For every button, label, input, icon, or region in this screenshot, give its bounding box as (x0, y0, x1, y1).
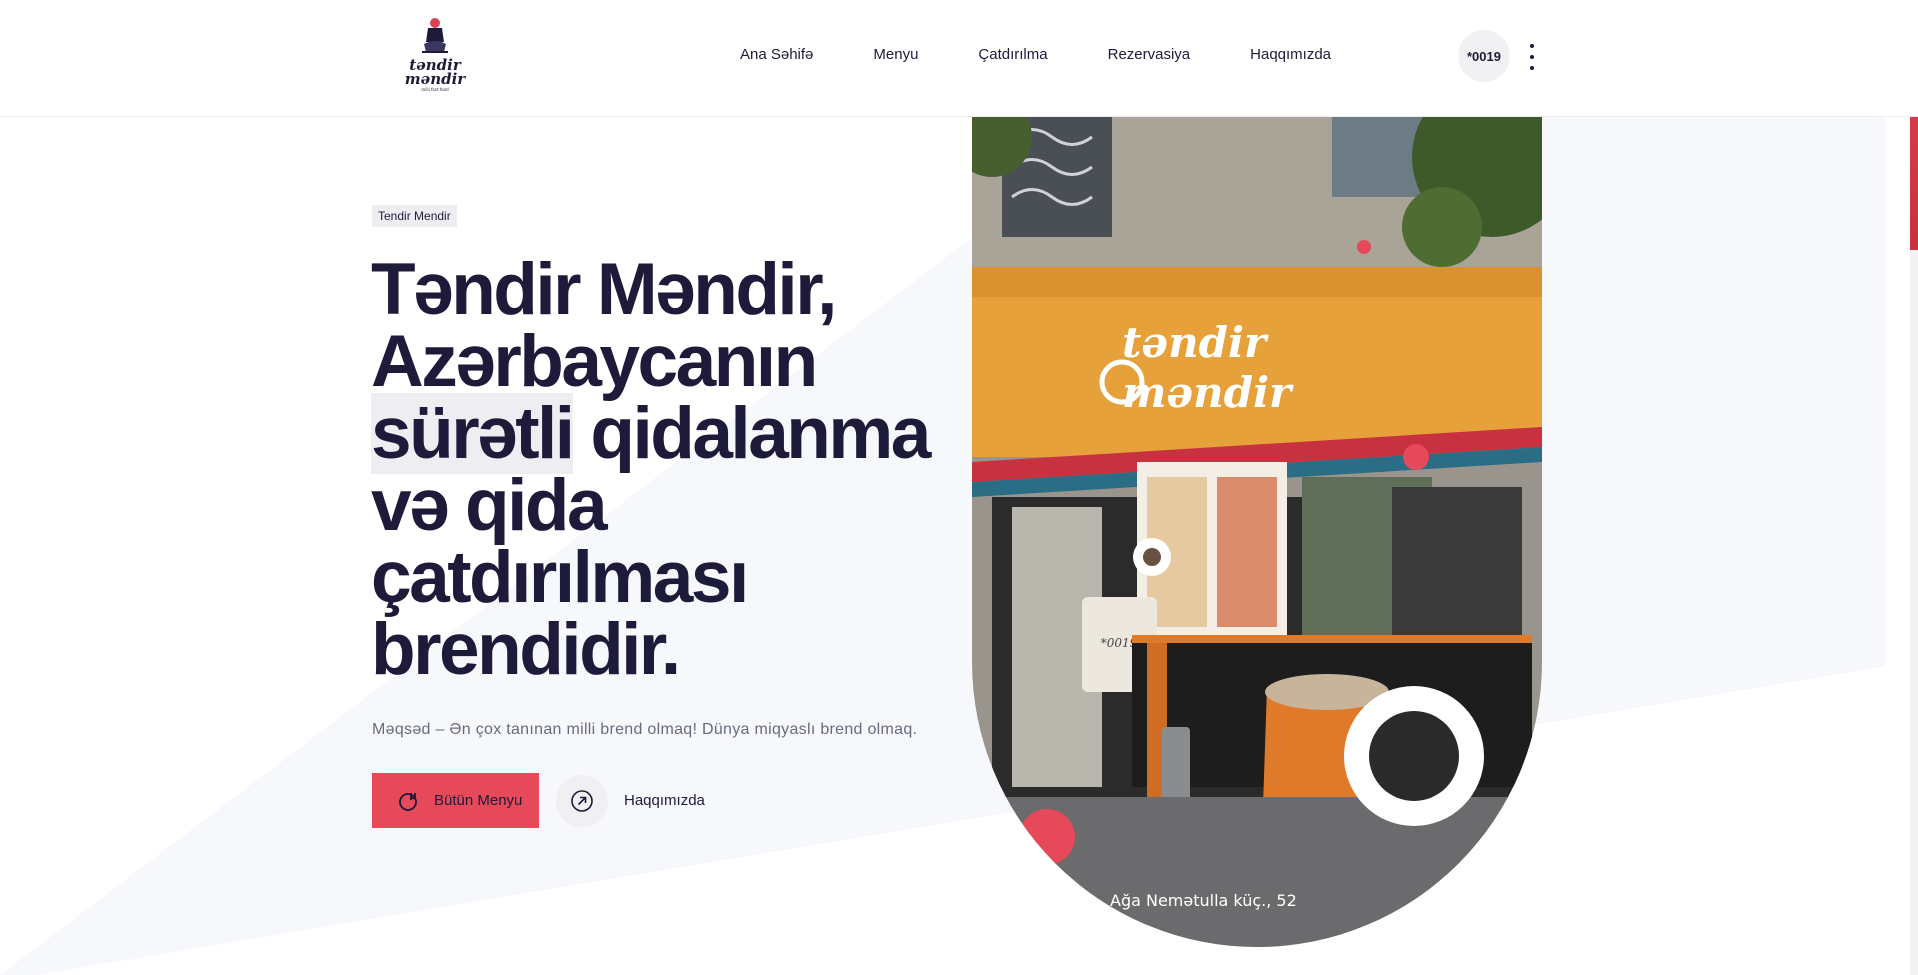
brand-logo[interactable]: təndir məndir milli fast food (400, 14, 470, 92)
scrollbar[interactable] (1910, 0, 1918, 975)
page: təndir məndir milli fast food Ana Səhifə… (0, 0, 1918, 975)
about-link[interactable]: Haqqımızda (624, 792, 705, 809)
logo-text-bottom: məndir (405, 70, 467, 88)
more-menu-icon[interactable] (1524, 44, 1540, 70)
photo-caption: Ağa Nemətulla küç., 52 (1110, 891, 1297, 910)
sign-text-bottom: məndir (1122, 368, 1294, 417)
sign-text-top: təndir (1122, 318, 1269, 367)
dish-icon (399, 792, 417, 811)
hero-subtitle: Məqsəd – Ən çox tanınan milli brend olma… (372, 721, 918, 738)
nav-delivery[interactable]: Çatdırılma (978, 46, 1047, 63)
logo-tagline: milli fast food (421, 87, 449, 92)
headline-line-6: brendidir. (371, 609, 681, 690)
nav-home[interactable]: Ana Səhifə (740, 46, 813, 63)
nav-reservation[interactable]: Rezervasiya (1108, 46, 1191, 63)
hero-headline: Təndir Məndir, Azərbaycanın sürətli qida… (371, 253, 971, 686)
storefront-photo: təndir məndir *0019 Ağa Nemətulla küç., … (972, 117, 1542, 947)
headline-highlight: sürətli (371, 393, 575, 474)
phone-button[interactable]: *0019 (1458, 30, 1510, 82)
main-nav: Ana Səhifə Menyu Çatdırılma Rezervasiya … (740, 46, 1391, 63)
headline-line-2: Azərbaycanın (371, 321, 818, 402)
site-header: təndir məndir milli fast food Ana Səhifə… (0, 0, 1918, 117)
headline-line-1: Təndir Məndir, (371, 249, 837, 330)
nav-menu[interactable]: Menyu (873, 46, 918, 63)
hero-badge: Tendir Mendir (372, 205, 457, 227)
headline-line-5: çatdırılması (371, 537, 749, 618)
headline-line-3: qidalanma (572, 393, 931, 474)
full-menu-button[interactable]: Bütün Menyu (372, 773, 539, 828)
about-arrow-button[interactable] (556, 775, 608, 827)
nav-about[interactable]: Haqqımızda (1250, 46, 1331, 63)
headline-line-4: və qida (371, 465, 608, 546)
arrow-up-right-icon (571, 790, 593, 812)
full-menu-label: Bütün Menyu (434, 792, 523, 809)
